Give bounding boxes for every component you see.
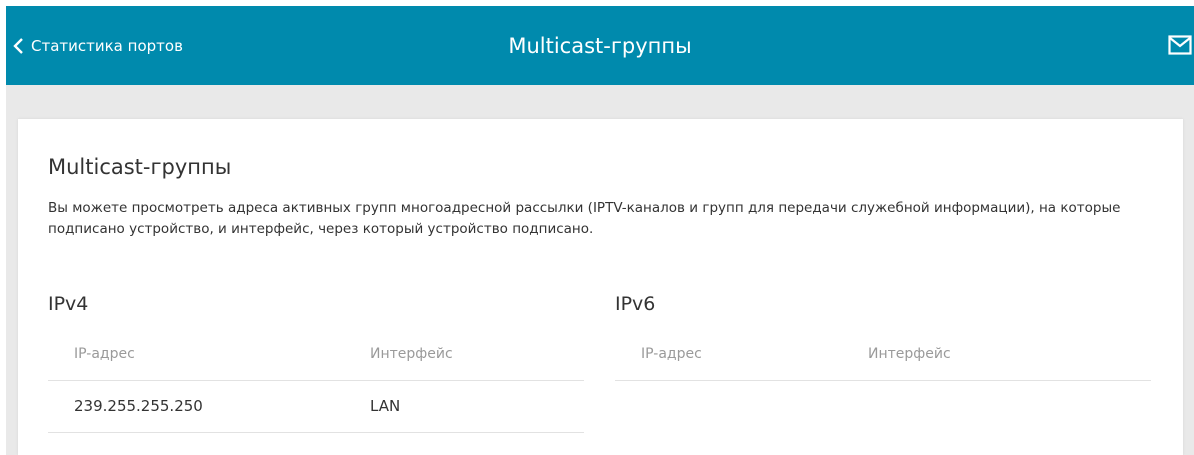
top-bar: Статистика портов Multicast-группы [6, 6, 1194, 85]
table-row[interactable]: 239.255.255.250 LAN [48, 381, 584, 433]
ipv4-table: IP-адрес Интерфейс 239.255.255.250 LAN [48, 329, 584, 433]
ipv6-table: IP-адрес Интерфейс [615, 329, 1151, 381]
mail-icon[interactable] [1168, 35, 1192, 55]
ipv6-column-interface: Интерфейс [868, 346, 951, 362]
page-title: Multicast-группы [508, 33, 692, 58]
ipv6-table-header: IP-адрес Интерфейс [615, 329, 1151, 381]
ipv4-column-interface: Интерфейс [370, 346, 453, 362]
row-interface: LAN [370, 397, 401, 415]
app-frame: Статистика портов Multicast-группы Multi… [6, 6, 1194, 455]
ipv6-section-title: IPv6 [615, 293, 656, 315]
card-title: Multicast-группы [48, 155, 232, 179]
ipv4-section-title: IPv4 [48, 293, 89, 315]
multicast-card: Multicast-группы Вы можете просмотреть а… [18, 119, 1183, 455]
card-description: Вы можете просмотреть адреса активных гр… [48, 200, 1121, 237]
row-ip-address: 239.255.255.250 [74, 397, 203, 415]
ipv4-table-header: IP-адрес Интерфейс [48, 329, 584, 381]
ipv6-column-ip: IP-адрес [641, 346, 702, 362]
ipv4-column-ip: IP-адрес [74, 346, 135, 362]
